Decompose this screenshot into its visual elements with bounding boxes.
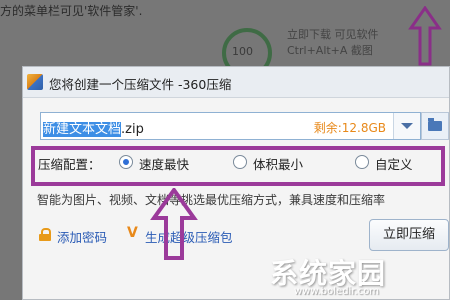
background-text: 方的菜单栏可见'软件管家'.	[0, 4, 143, 18]
space-remaining-label: 剩余:12.8GB	[313, 121, 386, 135]
add-password-label: 添加密码	[57, 230, 108, 245]
filename-input[interactable]: 新建文本文档.zip	[43, 118, 144, 137]
filename-selected-text: 新建文本文档	[43, 122, 122, 137]
compress-now-button[interactable]: 立即压缩	[369, 219, 449, 251]
app-360zip-icon	[27, 74, 43, 90]
watermark-url: www.boledir.com	[294, 286, 380, 297]
annotation-up-arrow-icon	[150, 188, 198, 260]
folder-icon	[428, 118, 442, 131]
background-ring-text: 100	[232, 45, 253, 58]
browse-folder-button[interactable]	[421, 112, 449, 140]
dialog-title: 您将创建一个压缩文件 -360压缩	[49, 77, 232, 92]
annotation-highlight-box	[31, 146, 445, 186]
dialog-titlebar[interactable]: 您将创建一个压缩文件 -360压缩	[23, 67, 449, 98]
background-hint-1: 立即下载 可见软件	[287, 28, 379, 41]
filename-field[interactable]: 新建文本文档.zip 剩余:12.8GB	[40, 112, 421, 140]
annotation-up-arrow-icon	[408, 6, 442, 66]
lock-icon	[39, 228, 51, 241]
background-hint-2: Ctrl+Alt+A 截图	[287, 44, 373, 57]
filename-dropdown-button[interactable]	[393, 113, 420, 139]
filename-extension: .zip	[121, 122, 144, 137]
chevron-down-icon	[401, 123, 413, 129]
compression-description: 智能为图片、视频、文档等挑选最优压缩方式，兼具速度和压缩率	[37, 193, 386, 207]
vip-v-icon: V	[127, 225, 138, 241]
